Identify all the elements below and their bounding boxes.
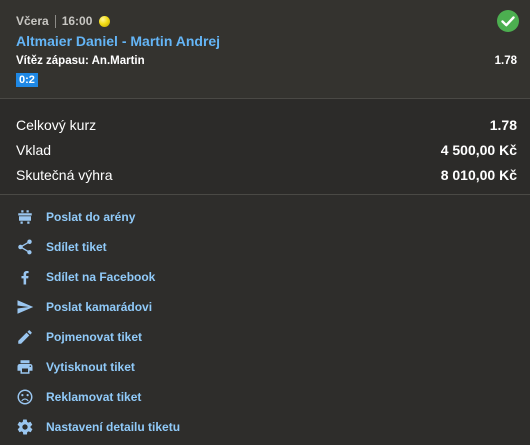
tennis-ball-icon (99, 15, 111, 27)
printer-icon (16, 358, 34, 376)
market-odds: 1.78 (494, 55, 517, 67)
action-label: Sdílet na Facebook (46, 270, 156, 284)
ticket-settings-button[interactable]: Nastavení detailu tiketu (0, 412, 530, 442)
action-label: Sdílet tiket (46, 240, 107, 254)
bet-time: 16:00 (61, 14, 93, 28)
send-to-friend-button[interactable]: Poslat kamarádovi (0, 292, 530, 322)
bet-card: Včera 16:00 Altmaier Daniel - Martin And… (0, 0, 530, 98)
bet-day: Včera (16, 14, 49, 28)
market-label: Vítěz zápasu: An.Martin (16, 55, 145, 67)
action-label: Poslat kamarádovi (46, 300, 153, 314)
complain-ticket-button[interactable]: Reklamovat tiket (0, 382, 530, 412)
share-icon (16, 238, 34, 256)
gear-icon (16, 418, 34, 436)
print-ticket-button[interactable]: Vytisknout tiket (0, 352, 530, 382)
stake-label: Vklad (16, 142, 52, 158)
divider (0, 194, 530, 195)
bet-summary: Celkový kurz 1.78 Vklad 4 500,00 Kč Skut… (0, 99, 530, 194)
action-label: Reklamovat tiket (46, 390, 142, 404)
total-odds-label: Celkový kurz (16, 117, 97, 133)
facebook-icon (16, 268, 34, 286)
bet-meta: Včera 16:00 (16, 14, 111, 28)
score-badge: 0:2 (16, 73, 38, 87)
check-circle-icon (497, 10, 519, 32)
share-ticket-button[interactable]: Sdílet tiket (0, 232, 530, 262)
send-to-arena-button[interactable]: Poslat do arény (0, 202, 530, 232)
pencil-icon (16, 328, 34, 346)
win-value: 8 010,00 Kč (440, 167, 517, 183)
sad-face-icon (16, 388, 34, 406)
market-row: Vítěz zápasu: An.Martin 1.78 (16, 55, 517, 67)
action-label: Nastavení detailu tiketu (46, 420, 181, 434)
arena-icon (16, 208, 34, 226)
meta-separator (54, 14, 56, 28)
total-odds-value: 1.78 (489, 117, 517, 133)
action-label: Pojmenovat tiket (46, 330, 143, 344)
win-label: Skutečná výhra (16, 167, 113, 183)
send-icon (16, 298, 34, 316)
rename-ticket-button[interactable]: Pojmenovat tiket (0, 322, 530, 352)
action-label: Vytisknout tiket (46, 360, 135, 374)
match-name[interactable]: Altmaier Daniel - Martin Andrej (16, 33, 220, 49)
stake-value: 4 500,00 Kč (440, 142, 517, 158)
share-facebook-button[interactable]: Sdílet na Facebook (0, 262, 530, 292)
action-label: Poslat do arény (46, 210, 136, 224)
